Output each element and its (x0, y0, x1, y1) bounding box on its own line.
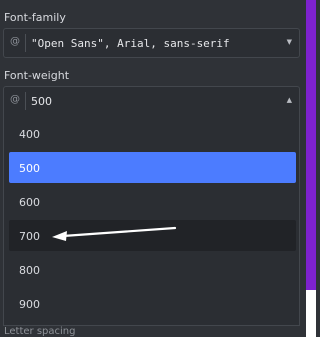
option-800[interactable]: 800 (9, 254, 296, 285)
canvas-edge-white (306, 290, 316, 337)
canvas-edge-purple (306, 0, 316, 290)
font-weight-select[interactable]: @ 500 ▲ (3, 86, 300, 116)
font-family-label: Font-family (4, 11, 66, 24)
at-sign-icon: @ (10, 36, 20, 47)
option-900[interactable]: 900 (9, 288, 296, 319)
select-separator (25, 34, 26, 52)
select-separator (25, 92, 26, 110)
caret-down-icon[interactable]: ▼ (287, 38, 292, 46)
letter-spacing-label: Letter spacing (4, 326, 76, 337)
option-label: 700 (19, 230, 40, 243)
font-family-value: "Open Sans", Arial, sans-serif (31, 37, 230, 50)
option-400[interactable]: 400 (9, 118, 296, 149)
option-label: 500 (19, 162, 40, 175)
font-weight-dropdown: 400 500 600 700 800 900 (3, 115, 300, 326)
font-family-select[interactable]: @ "Open Sans", Arial, sans-serif ▼ (3, 28, 300, 58)
option-label: 800 (19, 264, 40, 277)
option-600[interactable]: 600 (9, 186, 296, 217)
font-weight-label: Font-weight (4, 69, 70, 82)
option-label: 900 (19, 298, 40, 311)
font-weight-value: 500 (31, 95, 52, 108)
option-label: 600 (19, 196, 40, 209)
caret-up-icon[interactable]: ▲ (287, 96, 292, 104)
at-sign-icon: @ (10, 94, 20, 105)
option-label: 400 (19, 128, 40, 141)
option-700[interactable]: 700 (9, 220, 296, 251)
option-500[interactable]: 500 (9, 152, 296, 183)
